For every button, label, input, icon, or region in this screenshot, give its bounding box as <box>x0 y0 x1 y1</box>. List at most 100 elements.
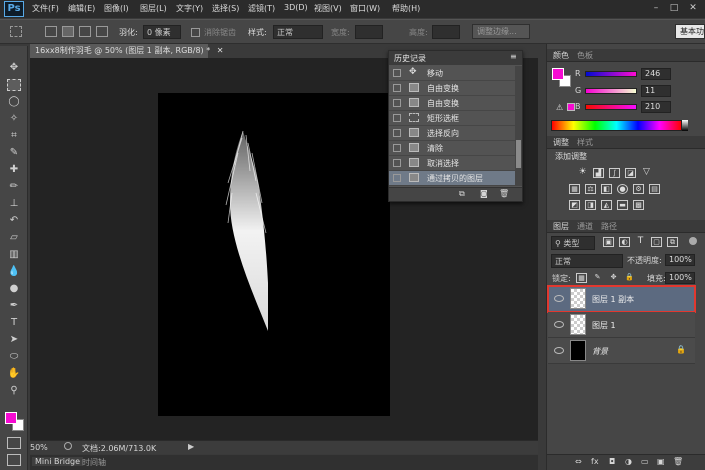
layer-row[interactable]: 图层 1 <box>548 312 695 338</box>
height-input[interactable] <box>432 25 460 39</box>
blend-mode-select[interactable]: 正常 <box>551 254 623 268</box>
status-info-icon[interactable] <box>64 442 72 450</box>
history-brush-source-icon[interactable] <box>393 174 401 182</box>
black-white-ramp[interactable] <box>682 120 688 131</box>
magic-wand-tool-icon[interactable]: ✧ <box>7 113 21 125</box>
brightness-contrast-icon[interactable]: ☀ <box>577 168 588 178</box>
close-document-icon[interactable]: ✕ <box>217 46 224 55</box>
filter-type-icon[interactable]: T <box>635 237 646 247</box>
filter-toggle-icon[interactable] <box>689 237 697 245</box>
visibility-eye-icon[interactable] <box>554 321 564 328</box>
delete-layer-icon[interactable]: 🗑 <box>673 457 683 466</box>
opacity-input[interactable]: 100% <box>665 254 695 266</box>
color-panel-foreground-swatch[interactable] <box>552 68 564 80</box>
path-selection-tool-icon[interactable]: ➤ <box>7 334 21 346</box>
history-brush-source-icon[interactable] <box>393 129 401 137</box>
workspace-select[interactable]: 基本功 <box>675 24 705 39</box>
menu-edit[interactable]: 编辑(E) <box>68 3 95 14</box>
g-channel-slider[interactable] <box>585 88 637 94</box>
tab-timeline[interactable]: 时间轴 <box>82 457 106 468</box>
zoom-tool-icon[interactable]: ⚲ <box>7 385 21 397</box>
layer-mask-icon[interactable]: ◘ <box>609 457 615 466</box>
filter-pixel-icon[interactable]: ▣ <box>603 237 614 247</box>
levels-icon[interactable]: ▟ <box>593 168 604 178</box>
new-group-icon[interactable]: ▭ <box>641 457 649 466</box>
tab-mini-bridge[interactable]: Mini Bridge <box>32 457 84 466</box>
layer-filter-select[interactable]: ⚲ 类型 <box>551 236 595 250</box>
layer-style-icon[interactable]: fx <box>591 457 599 466</box>
lock-all-icon[interactable]: 🔒 <box>624 273 635 283</box>
hue-saturation-icon[interactable]: ▦ <box>569 184 580 194</box>
tab-styles[interactable]: 样式 <box>577 137 593 148</box>
threshold-icon[interactable]: ◭ <box>601 200 612 210</box>
history-item[interactable]: 自由变换 <box>389 96 515 111</box>
brush-tool-icon[interactable]: ✏ <box>7 181 21 193</box>
clone-stamp-tool-icon[interactable]: ⊥ <box>7 198 21 210</box>
eraser-tool-icon[interactable]: ▱ <box>7 232 21 244</box>
history-brush-tool-icon[interactable]: ↶ <box>7 215 21 227</box>
selective-color-icon[interactable]: ▩ <box>633 200 644 210</box>
shape-tool-icon[interactable]: ⬭ <box>7 351 21 363</box>
vibrance-icon[interactable]: ▽ <box>641 168 652 178</box>
gamut-warning-icon[interactable]: ⚠ <box>556 103 563 112</box>
history-item[interactable]: 自由变换 <box>389 81 515 96</box>
rectangular-marquee-tool-icon[interactable] <box>7 79 21 91</box>
pen-tool-icon[interactable]: ✒ <box>7 300 21 312</box>
history-item[interactable]: 清除 <box>389 141 515 156</box>
close-window-button[interactable]: ✕ <box>685 2 701 15</box>
history-item[interactable]: 选择反向 <box>389 126 515 141</box>
menu-view[interactable]: 视图(V) <box>314 3 342 14</box>
foreground-color-swatch[interactable] <box>5 412 17 424</box>
move-tool-icon[interactable]: ✥ <box>7 62 21 74</box>
color-spectrum-bar[interactable] <box>551 120 682 131</box>
adjustment-layer-icon[interactable]: ◑ <box>625 457 632 466</box>
history-brush-source-icon[interactable] <box>393 144 401 152</box>
posterize-icon[interactable]: ◨ <box>585 200 596 210</box>
minimize-button[interactable]: – <box>648 2 664 15</box>
fill-input[interactable]: 100% <box>665 272 695 284</box>
photo-filter-icon[interactable]: ● <box>617 184 628 194</box>
menu-image[interactable]: 图像(I) <box>104 3 129 14</box>
gradient-tool-icon[interactable]: ▥ <box>7 249 21 261</box>
history-scroll-thumb[interactable] <box>516 140 521 168</box>
menu-type[interactable]: 文字(Y) <box>176 3 203 14</box>
menu-select[interactable]: 选择(S) <box>212 3 239 14</box>
new-layer-icon[interactable]: ▣ <box>657 457 665 466</box>
document-canvas[interactable] <box>158 93 390 416</box>
status-menu-arrow-icon[interactable]: ▶ <box>188 442 194 451</box>
history-item[interactable]: 取消选择 <box>389 156 515 171</box>
history-item-selected[interactable]: 通过拷贝的图层 <box>389 171 515 186</box>
history-item[interactable]: ✥ 移动 <box>389 66 515 81</box>
history-brush-source-icon[interactable] <box>393 69 401 77</box>
color-lookup-icon[interactable]: ▤ <box>649 184 660 194</box>
menu-filter[interactable]: 滤镜(T) <box>248 3 275 14</box>
quick-mask-icon[interactable] <box>7 437 21 449</box>
crop-tool-icon[interactable]: ⌗ <box>7 130 21 142</box>
black-white-icon[interactable]: ◧ <box>601 184 612 194</box>
snapshot-icon[interactable]: ◙ <box>480 189 488 198</box>
history-brush-source-icon[interactable] <box>393 159 401 167</box>
menu-file[interactable]: 文件(F) <box>32 3 59 14</box>
feather-input[interactable]: 0 像素 <box>143 25 181 39</box>
gradient-map-icon[interactable]: ▬ <box>617 200 628 210</box>
lock-transparent-icon[interactable]: ▦ <box>576 273 587 283</box>
menu-help[interactable]: 帮助(H) <box>392 3 420 14</box>
maximize-button[interactable]: □ <box>666 2 682 15</box>
link-layers-icon[interactable]: ⇔ <box>575 457 582 466</box>
antialias-checkbox[interactable] <box>191 28 200 37</box>
tab-swatches[interactable]: 色板 <box>577 50 593 61</box>
r-channel-slider[interactable] <box>585 71 637 77</box>
tab-layers[interactable]: 图层 <box>553 221 569 232</box>
visibility-eye-icon[interactable] <box>554 295 564 302</box>
tab-channels[interactable]: 通道 <box>577 221 593 232</box>
filter-adjustment-icon[interactable]: ◐ <box>619 237 630 247</box>
history-panel-title[interactable]: 历史记录 <box>394 53 426 64</box>
channel-mixer-icon[interactable]: ⚙ <box>633 184 644 194</box>
r-channel-value[interactable]: 246 <box>641 68 671 80</box>
tab-color[interactable]: 颜色 <box>553 50 569 61</box>
invert-icon[interactable]: ◩ <box>569 200 580 210</box>
layer-row-selected[interactable]: 图层 1 副本 <box>547 285 696 313</box>
history-brush-source-icon[interactable] <box>393 114 401 122</box>
history-brush-source-icon[interactable] <box>393 99 401 107</box>
lasso-tool-icon[interactable]: ◯ <box>7 96 21 108</box>
